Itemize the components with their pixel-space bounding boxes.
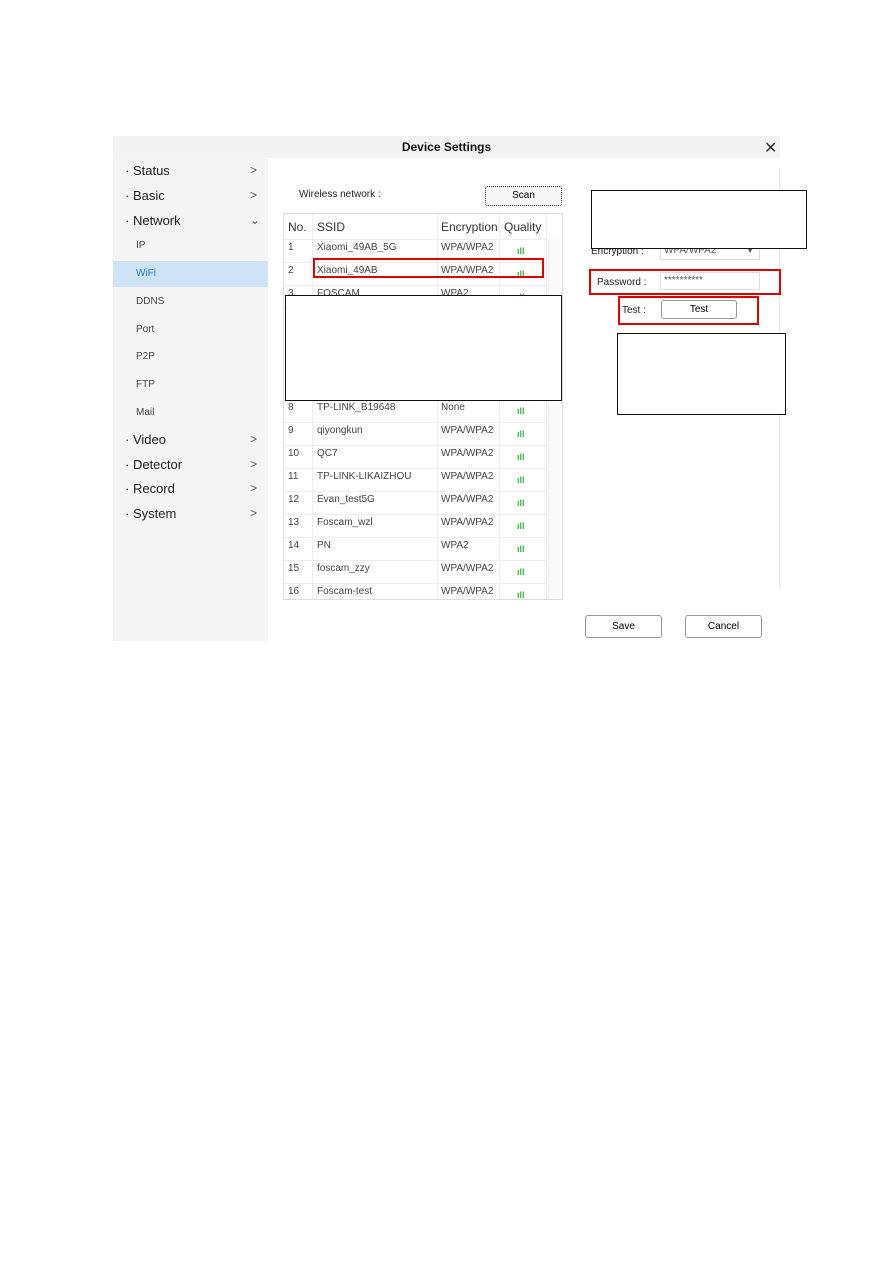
- window-title: Device Settings: [113, 136, 780, 158]
- row-number: 10: [288, 448, 300, 459]
- signal-strength-icon: ıll: [517, 406, 525, 416]
- table-row[interactable]: 13 Foscam_wzl WPA/WPA2 ıll: [284, 514, 546, 538]
- chevron-right-icon: >: [250, 188, 258, 202]
- row-number: 15: [288, 563, 300, 574]
- submenu-port[interactable]: Port: [113, 317, 268, 343]
- save-button[interactable]: Save: [585, 615, 662, 638]
- table-scrollbar[interactable]: [548, 239, 561, 599]
- row-ssid: Foscam_wzl: [317, 517, 373, 528]
- row-encryption: WPA/WPA2: [441, 494, 494, 505]
- table-row[interactable]: 10 QC7 WPA/WPA2 ıll: [284, 445, 546, 469]
- table-row[interactable]: 15 foscam_zzy WPA/WPA2 ıll: [284, 560, 546, 584]
- row-encryption: WPA2: [441, 540, 469, 551]
- test-highlight: [618, 296, 759, 325]
- sidebar: · Status > · Basic > · Network ⌄ IP WiFi DD…: [113, 158, 268, 641]
- signal-strength-icon: ıll: [517, 498, 525, 508]
- row-encryption: WPA/WPA2: [441, 586, 494, 597]
- signal-strength-icon: ıll: [517, 544, 525, 554]
- row-number: 11: [288, 471, 299, 482]
- row-number: 1: [288, 242, 294, 253]
- table-row[interactable]: 11 TP-LINK-LIKAIZHOU WPA/WPA2 ıll: [284, 468, 546, 492]
- row-ssid: qiyongkun: [317, 425, 363, 436]
- callout-box: [591, 190, 807, 249]
- signal-strength-icon: ıll: [517, 452, 525, 462]
- row-ssid: PN: [317, 540, 331, 551]
- row-ssid: Foscam-test: [317, 586, 373, 597]
- signal-strength-icon: ıll: [517, 429, 525, 439]
- row-number: 16: [288, 586, 300, 597]
- table-header: No. SSID Encryption Quality: [284, 214, 546, 240]
- row-encryption: WPA/WPA2: [441, 425, 494, 436]
- signal-strength-icon: ıll: [517, 567, 525, 577]
- row-ssid: TP-LINK_B19648: [317, 402, 396, 413]
- row-ssid: Xiaomi_49AB_5G: [317, 242, 397, 253]
- signal-strength-icon: ıll: [517, 475, 525, 485]
- row-number: 9: [288, 425, 294, 436]
- submenu-ddns[interactable]: DDNS: [113, 289, 268, 315]
- chevron-right-icon: >: [250, 163, 258, 177]
- scan-button[interactable]: Scan: [485, 186, 562, 206]
- table-row[interactable]: 12 Evan_test5G WPA/WPA2 ıll: [284, 491, 546, 515]
- cancel-button[interactable]: Cancel: [685, 615, 762, 638]
- submenu-wifi[interactable]: WiFi: [113, 261, 268, 287]
- row-ssid: QC7: [317, 448, 338, 459]
- row-encryption: None: [441, 402, 465, 413]
- chevron-right-icon: >: [250, 481, 258, 495]
- chevron-right-icon: >: [250, 457, 258, 471]
- row-number: 13: [288, 517, 300, 528]
- row-encryption: WPA/WPA2: [441, 517, 494, 528]
- submenu-mail[interactable]: Mail: [113, 400, 268, 426]
- row-ssid: foscam_zzy: [317, 563, 370, 574]
- wireless-network-label: Wireless network :: [299, 189, 381, 200]
- submenu-ftp[interactable]: FTP: [113, 372, 268, 398]
- table-row[interactable]: 8 TP-LINK_B19648 None ıll: [284, 399, 546, 423]
- signal-strength-icon: ıll: [517, 521, 525, 531]
- submenu-p2p[interactable]: P2P: [113, 344, 268, 370]
- row-number: 14: [288, 540, 300, 551]
- row-number: 12: [288, 494, 300, 505]
- selected-network-highlight: [313, 258, 544, 278]
- chevron-right-icon: >: [250, 432, 258, 446]
- chevron-right-icon: >: [250, 506, 258, 520]
- row-number: 2: [288, 265, 294, 276]
- row-ssid: TP-LINK-LIKAIZHOU: [317, 471, 412, 482]
- table-row[interactable]: 16 Foscam-test WPA/WPA2 ıll: [284, 583, 546, 600]
- row-encryption: WPA/WPA2: [441, 242, 494, 253]
- table-row[interactable]: 14 PN WPA2 ıll: [284, 537, 546, 561]
- password-highlight: [589, 269, 781, 295]
- close-icon[interactable]: ✕: [764, 138, 777, 158]
- chevron-down-icon: ⌄: [250, 213, 261, 227]
- table-row[interactable]: 9 qiyongkun WPA/WPA2 ıll: [284, 422, 546, 446]
- callout-box: [285, 295, 562, 401]
- row-number: 8: [288, 402, 294, 413]
- row-encryption: WPA/WPA2: [441, 563, 494, 574]
- callout-box: [617, 333, 786, 415]
- submenu-ip[interactable]: IP: [113, 233, 268, 259]
- row-encryption: WPA/WPA2: [441, 471, 494, 482]
- signal-strength-icon: ıll: [517, 246, 525, 256]
- row-encryption: WPA/WPA2: [441, 448, 494, 459]
- row-ssid: Evan_test5G: [317, 494, 375, 505]
- signal-strength-icon: ıll: [517, 590, 525, 600]
